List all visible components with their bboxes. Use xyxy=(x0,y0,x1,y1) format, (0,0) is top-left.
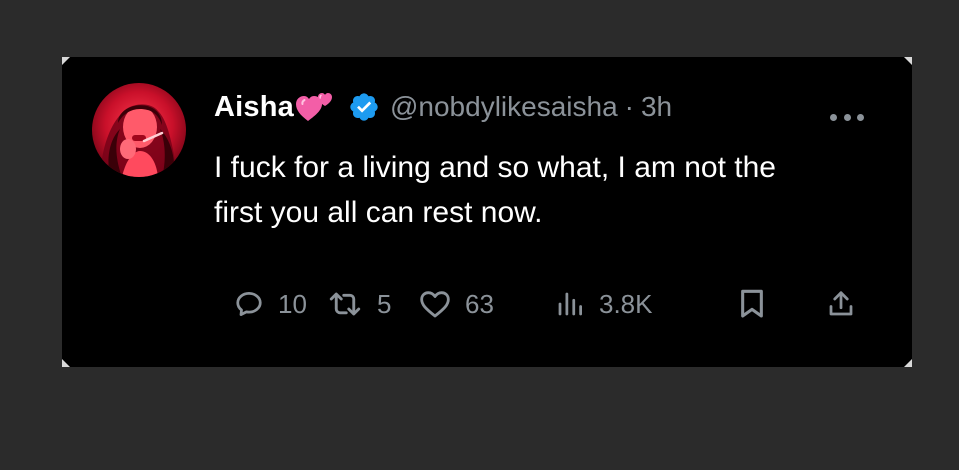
heart-icon xyxy=(419,289,451,319)
tweet-card[interactable]: Aisha @nobdylikesaisha · 3h I fuck for a… xyxy=(62,57,912,367)
screenshot-stage: Aisha @nobdylikesaisha · 3h I fuck for a… xyxy=(0,0,959,470)
tweet-header: Aisha @nobdylikesaisha · 3h xyxy=(214,85,672,129)
crop-corner-marker xyxy=(62,359,70,367)
avatar[interactable] xyxy=(92,83,186,177)
more-options-icon[interactable] xyxy=(830,111,864,123)
display-name[interactable]: Aisha xyxy=(214,91,294,124)
reply-button[interactable]: 10 xyxy=(234,282,307,326)
bookmark-button[interactable] xyxy=(737,282,767,326)
separator-dot: · xyxy=(624,91,634,122)
action-bar: 10 5 63 3.8K xyxy=(234,282,864,326)
reply-icon xyxy=(234,289,264,319)
like-count: 63 xyxy=(465,288,494,319)
retweet-icon xyxy=(327,289,363,319)
share-icon xyxy=(826,288,856,320)
retweet-count: 5 xyxy=(377,288,392,319)
views-button[interactable]: 3.8K xyxy=(555,282,653,326)
tweet-text: I fuck for a living and so what, I am no… xyxy=(214,151,776,229)
retweet-button[interactable]: 5 xyxy=(327,282,391,326)
reply-count: 10 xyxy=(278,288,307,319)
crop-corner-marker xyxy=(904,359,912,367)
timestamp[interactable]: 3h xyxy=(641,91,672,123)
two-hearts-icon xyxy=(295,90,334,124)
views-count: 3.8K xyxy=(599,288,653,319)
crop-corner-marker xyxy=(904,57,912,65)
like-button[interactable]: 63 xyxy=(419,282,494,326)
crop-corner-marker xyxy=(62,57,70,65)
verified-check-icon xyxy=(348,91,380,123)
avatar-image xyxy=(92,83,186,177)
share-button[interactable] xyxy=(826,282,856,326)
views-chart-icon xyxy=(555,289,585,319)
user-handle[interactable]: @nobdylikesaisha xyxy=(390,91,618,123)
bookmark-icon xyxy=(737,288,767,320)
